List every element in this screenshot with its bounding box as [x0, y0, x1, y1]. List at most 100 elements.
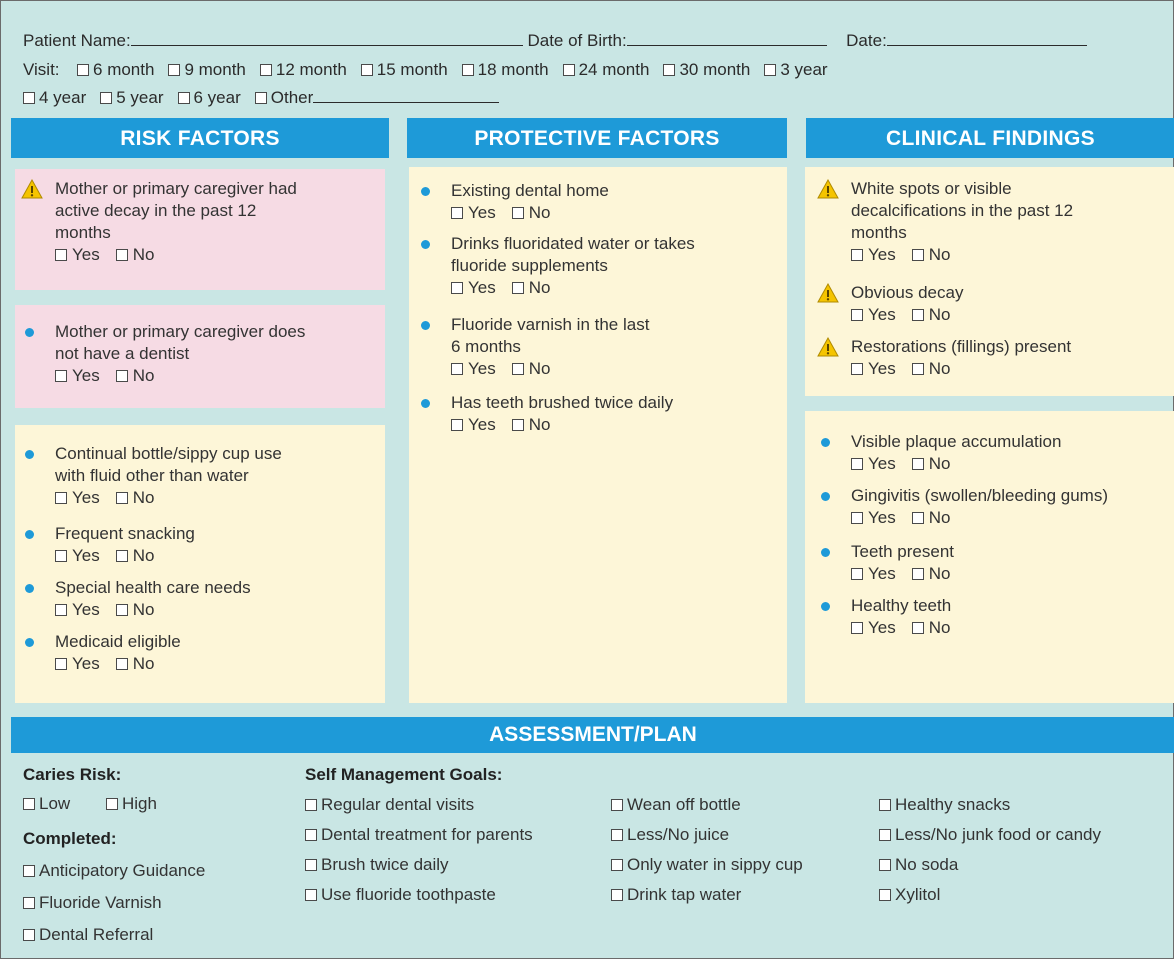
visit-4-year-option[interactable]: 4 year	[23, 88, 86, 107]
visit-12-month-option[interactable]: 12 month	[259, 60, 347, 79]
date-field[interactable]	[886, 31, 1087, 46]
no-checkbox[interactable]	[511, 419, 524, 431]
visit-9-month-checkbox[interactable]	[168, 64, 181, 76]
yes-option[interactable]: Yes	[851, 245, 896, 264]
visit-6-month-checkbox[interactable]	[77, 64, 90, 76]
yes-checkbox[interactable]	[851, 622, 863, 634]
dob-field[interactable]	[626, 31, 827, 46]
visit-3-year-option[interactable]: 3 year	[764, 60, 828, 79]
yes-checkbox[interactable]	[851, 249, 863, 261]
visit-5-year-checkbox[interactable]	[100, 92, 113, 104]
yes-option[interactable]: Yes	[851, 564, 896, 583]
yes-checkbox[interactable]	[55, 658, 67, 670]
yes-option[interactable]: Yes	[451, 278, 496, 297]
goal-drink-tap-water-checkbox[interactable]	[611, 889, 623, 901]
no-option[interactable]: No	[115, 488, 154, 507]
no-option[interactable]: No	[911, 454, 950, 473]
no-option[interactable]: No	[115, 366, 154, 385]
yes-checkbox[interactable]	[55, 604, 67, 616]
patient-name-field[interactable]	[130, 31, 523, 46]
no-checkbox[interactable]	[911, 309, 924, 321]
goal-regular-dental-visits-checkbox[interactable]	[305, 799, 317, 811]
visit-30-month-option[interactable]: 30 month	[663, 60, 750, 79]
yes-checkbox[interactable]	[55, 492, 67, 504]
no-option[interactable]: No	[115, 600, 154, 619]
yes-checkbox[interactable]	[851, 309, 863, 321]
yes-checkbox[interactable]	[55, 550, 67, 562]
visit-24-month-option[interactable]: 24 month	[562, 60, 649, 79]
no-option[interactable]: No	[911, 564, 950, 583]
no-option[interactable]: No	[911, 245, 950, 264]
yes-option[interactable]: Yes	[55, 488, 100, 507]
yes-checkbox[interactable]	[851, 363, 863, 375]
yes-checkbox[interactable]	[851, 512, 863, 524]
no-checkbox[interactable]	[911, 568, 924, 580]
goal-no-soda-checkbox[interactable]	[879, 859, 891, 871]
yes-option[interactable]: Yes	[451, 359, 496, 378]
visit-18-month-checkbox[interactable]	[461, 64, 474, 76]
caries-risk-low-checkbox[interactable]	[23, 798, 35, 810]
no-checkbox[interactable]	[115, 370, 128, 382]
goal-no-soda-option[interactable]: No soda	[879, 855, 958, 875]
no-option[interactable]: No	[511, 359, 550, 378]
goal-only-water-in-sippy-cup-option[interactable]: Only water in sippy cup	[611, 855, 803, 875]
no-checkbox[interactable]	[911, 458, 924, 470]
no-checkbox[interactable]	[511, 282, 524, 294]
yes-option[interactable]: Yes	[451, 415, 496, 434]
no-checkbox[interactable]	[511, 207, 524, 219]
yes-checkbox[interactable]	[851, 568, 863, 580]
visit-6-month-option[interactable]: 6 month	[77, 60, 154, 79]
visit-4-year-checkbox[interactable]	[23, 92, 35, 104]
yes-option[interactable]: Yes	[55, 366, 100, 385]
no-checkbox[interactable]	[911, 622, 924, 634]
goal-brush-twice-daily-option[interactable]: Brush twice daily	[305, 855, 449, 875]
visit-other-option[interactable]: Other	[254, 88, 313, 107]
goal-less-no-junk-food-or-candy-checkbox[interactable]	[879, 829, 891, 841]
yes-checkbox[interactable]	[55, 370, 67, 382]
visit-other-checkbox[interactable]	[254, 92, 267, 104]
goal-dental-treatment-for-parents-option[interactable]: Dental treatment for parents	[305, 825, 533, 845]
visit-6-year-option[interactable]: 6 year	[177, 88, 241, 107]
yes-option[interactable]: Yes	[851, 454, 896, 473]
visit-12-month-checkbox[interactable]	[259, 64, 272, 76]
goal-xylitol-option[interactable]: Xylitol	[879, 885, 940, 905]
completed-dental-referral-checkbox[interactable]	[23, 929, 35, 941]
goal-wean-off-bottle-option[interactable]: Wean off bottle	[611, 795, 741, 815]
visit-9-month-option[interactable]: 9 month	[168, 60, 246, 79]
completed-fluoride-varnish-checkbox[interactable]	[23, 897, 35, 909]
yes-checkbox[interactable]	[451, 282, 463, 294]
completed-dental-referral-option[interactable]: Dental Referral	[23, 925, 153, 945]
no-checkbox[interactable]	[511, 363, 524, 375]
no-checkbox[interactable]	[115, 249, 128, 261]
goal-healthy-snacks-option[interactable]: Healthy snacks	[879, 795, 1010, 815]
no-checkbox[interactable]	[115, 658, 128, 670]
yes-checkbox[interactable]	[451, 363, 463, 375]
no-option[interactable]: No	[511, 203, 550, 222]
yes-checkbox[interactable]	[851, 458, 863, 470]
caries-risk-high-checkbox[interactable]	[106, 798, 118, 810]
yes-option[interactable]: Yes	[55, 654, 100, 673]
goal-use-fluoride-toothpaste-option[interactable]: Use fluoride toothpaste	[305, 885, 496, 905]
visit-24-month-checkbox[interactable]	[562, 64, 575, 76]
no-checkbox[interactable]	[115, 492, 128, 504]
visit-18-month-option[interactable]: 18 month	[461, 60, 549, 79]
goal-drink-tap-water-option[interactable]: Drink tap water	[611, 885, 741, 905]
no-option[interactable]: No	[911, 305, 950, 324]
visit-5-year-option[interactable]: 5 year	[100, 88, 164, 107]
visit-15-month-option[interactable]: 15 month	[360, 60, 448, 79]
goal-xylitol-checkbox[interactable]	[879, 889, 891, 901]
yes-option[interactable]: Yes	[55, 600, 100, 619]
goal-less-no-junk-food-or-candy-option[interactable]: Less/No junk food or candy	[879, 825, 1101, 845]
caries-risk-high-option[interactable]: High	[106, 794, 157, 814]
goal-healthy-snacks-checkbox[interactable]	[879, 799, 891, 811]
yes-option[interactable]: Yes	[851, 305, 896, 324]
goal-regular-dental-visits-option[interactable]: Regular dental visits	[305, 795, 474, 815]
visit-6-year-checkbox[interactable]	[177, 92, 190, 104]
yes-option[interactable]: Yes	[851, 508, 896, 527]
visit-3-year-checkbox[interactable]	[764, 64, 777, 76]
yes-option[interactable]: Yes	[55, 245, 100, 264]
goal-dental-treatment-for-parents-checkbox[interactable]	[305, 829, 317, 841]
no-option[interactable]: No	[911, 618, 950, 637]
completed-anticipatory-guidance-option[interactable]: Anticipatory Guidance	[23, 861, 205, 881]
goal-only-water-in-sippy-cup-checkbox[interactable]	[611, 859, 623, 871]
